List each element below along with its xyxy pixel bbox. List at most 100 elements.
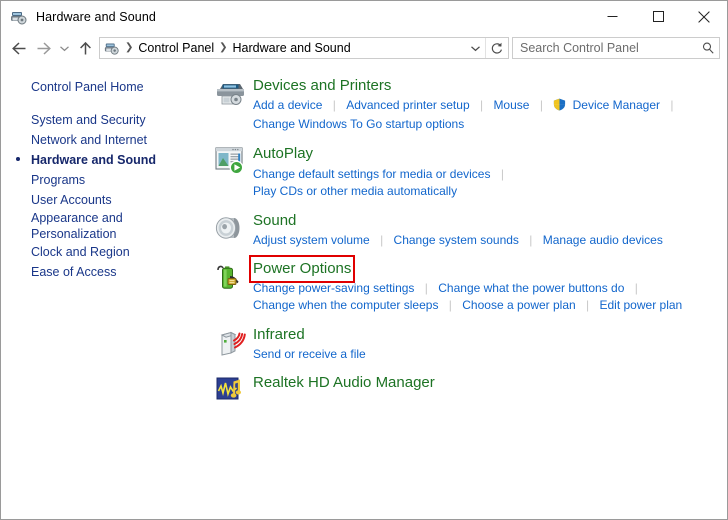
- chevron-down-icon[interactable]: [465, 38, 485, 58]
- sidebar-item-clock-and-region[interactable]: Clock and Region: [1, 242, 201, 262]
- link-change-default-settings-for-media-or-devices[interactable]: Change default settings for media or dev…: [253, 166, 490, 183]
- link-separator: |: [500, 166, 504, 181]
- sidebar: Control Panel Home System and Security N…: [1, 64, 201, 519]
- category-title[interactable]: Sound: [253, 211, 296, 231]
- autoplay-icon[interactable]: [207, 143, 253, 199]
- category-link-row: Add a device | Advanced printer setup | …: [253, 97, 719, 116]
- category-infrared: Infrared Send or receive a file: [207, 324, 719, 363]
- breadcrumb-separator: ❯: [125, 42, 134, 53]
- category-realtek-hd-audio-manager: Realtek HD Audio Manager: [207, 372, 719, 405]
- category-body: Infrared Send or receive a file: [253, 324, 719, 363]
- category-sound: Sound Adjust system volume | Change syst…: [207, 210, 719, 249]
- category-title[interactable]: AutoPlay: [253, 144, 313, 164]
- link-separator: |: [670, 98, 674, 113]
- sidebar-item-label: Programs: [31, 173, 86, 187]
- sidebar-item-label: Clock and Region: [31, 245, 130, 259]
- sidebar-item-label: Network and Internet: [31, 133, 148, 147]
- category-link-row: Change default settings for media or dev…: [253, 166, 719, 183]
- sidebar-item-system-and-security[interactable]: System and Security: [1, 110, 201, 130]
- link-separator: |: [424, 281, 428, 295]
- link-device-manager[interactable]: Device Manager: [573, 97, 660, 114]
- search-box[interactable]: [512, 37, 720, 59]
- category-title[interactable]: Devices and Printers: [253, 76, 391, 96]
- category-power-options: Power Options Change power-saving settin…: [207, 254, 719, 314]
- minimize-button[interactable]: [589, 1, 635, 32]
- category-autoplay: AutoPlay Change default settings for med…: [207, 143, 719, 199]
- category-link-row: Send or receive a file: [253, 346, 719, 363]
- sidebar-item-appearance-and-personalization[interactable]: Appearance and Personalization: [1, 210, 201, 242]
- printer-icon[interactable]: [207, 75, 253, 133]
- link-play-cds-or-other-media-automatically[interactable]: Play CDs or other media automatically: [253, 183, 457, 200]
- link-separator: |: [539, 98, 543, 113]
- category-link-row: Adjust system volume | Change system sou…: [253, 232, 719, 249]
- control-panel-icon: [104, 40, 120, 56]
- realtek-audio-icon[interactable]: [207, 372, 253, 405]
- sidebar-item-label: Ease of Access: [31, 265, 117, 279]
- infrared-icon[interactable]: [207, 324, 253, 363]
- current-item-bullet-icon: [16, 157, 20, 161]
- category-link-row: Change power-saving settings | Change wh…: [253, 280, 719, 297]
- link-add-a-device[interactable]: Add a device: [253, 97, 322, 114]
- sidebar-item-hardware-and-sound[interactable]: Hardware and Sound: [1, 150, 201, 170]
- search-icon[interactable]: [697, 38, 719, 58]
- maximize-button[interactable]: [635, 1, 681, 32]
- link-send-or-receive-a-file[interactable]: Send or receive a file: [253, 346, 366, 363]
- category-body: Sound Adjust system volume | Change syst…: [253, 210, 719, 249]
- category-link-row: Change Windows To Go startup options: [253, 116, 719, 133]
- category-title[interactable]: Power Options: [248, 254, 356, 284]
- control-panel-window: Hardware and Sound ❯ Control Panel ❯ Har…: [0, 0, 728, 520]
- link-separator: |: [448, 298, 452, 312]
- category-title[interactable]: Infrared: [253, 325, 305, 345]
- sidebar-item-label: System and Security: [31, 113, 146, 127]
- refresh-icon[interactable]: [485, 38, 508, 58]
- address-toolbar: ❯ Control Panel ❯ Hardware and Sound: [1, 32, 727, 64]
- link-separator: |: [332, 98, 336, 113]
- category-link-row: Change when the computer sleeps | Choose…: [253, 297, 719, 314]
- recent-locations-button[interactable]: [55, 36, 73, 60]
- sidebar-item-label: Appearance and Personalization: [31, 211, 123, 241]
- sidebar-item-label: Control Panel Home: [31, 80, 144, 94]
- category-body: Devices and Printers Add a device | Adva…: [253, 75, 719, 133]
- sidebar-item-network-and-internet[interactable]: Network and Internet: [1, 130, 201, 150]
- sidebar-item-control-panel-home[interactable]: Control Panel Home: [1, 77, 201, 97]
- link-separator: |: [529, 232, 533, 247]
- link-edit-power-plan[interactable]: Edit power plan: [600, 297, 683, 314]
- close-button[interactable]: [681, 1, 727, 32]
- link-change-power-saving-settings[interactable]: Change power-saving settings: [253, 280, 414, 297]
- link-change-windows-to-go-startup-options[interactable]: Change Windows To Go startup options: [253, 116, 464, 133]
- forward-button[interactable]: [31, 36, 55, 60]
- sidebar-item-ease-of-access[interactable]: Ease of Access: [1, 262, 201, 282]
- category-body: Realtek HD Audio Manager: [253, 372, 719, 405]
- sidebar-item-label: User Accounts: [31, 193, 112, 207]
- category-body: AutoPlay Change default settings for med…: [253, 143, 719, 199]
- category-body: Power Options Change power-saving settin…: [248, 254, 719, 314]
- link-separator: |: [479, 98, 484, 113]
- caption-buttons: [589, 1, 727, 32]
- up-button[interactable]: [73, 36, 97, 60]
- category-list: Devices and Printers Add a device | Adva…: [201, 64, 727, 519]
- title-bar: Hardware and Sound: [1, 1, 727, 32]
- link-choose-a-power-plan[interactable]: Choose a power plan: [462, 297, 575, 314]
- window-title: Hardware and Sound: [36, 9, 156, 24]
- sidebar-item-label: Hardware and Sound: [31, 153, 157, 167]
- link-mouse[interactable]: Mouse: [493, 97, 529, 114]
- link-adjust-system-volume[interactable]: Adjust system volume: [253, 232, 370, 249]
- link-change-what-the-power-buttons-do[interactable]: Change what the power buttons do: [438, 280, 624, 297]
- link-change-when-the-computer-sleeps[interactable]: Change when the computer sleeps: [253, 297, 438, 314]
- search-input[interactable]: [513, 39, 697, 57]
- link-separator: |: [634, 281, 638, 295]
- back-button[interactable]: [7, 36, 31, 60]
- address-bar[interactable]: ❯ Control Panel ❯ Hardware and Sound: [99, 37, 509, 59]
- breadcrumb-hardware-and-sound[interactable]: Hardware and Sound: [231, 41, 353, 55]
- category-title[interactable]: Realtek HD Audio Manager: [253, 373, 435, 393]
- link-change-system-sounds[interactable]: Change system sounds: [394, 232, 519, 249]
- link-manage-audio-devices[interactable]: Manage audio devices: [543, 232, 663, 249]
- sidebar-item-programs[interactable]: Programs: [1, 170, 201, 190]
- category-devices-and-printers: Devices and Printers Add a device | Adva…: [207, 75, 719, 133]
- printer-device-icon: [10, 8, 28, 26]
- link-advanced-printer-setup[interactable]: Advanced printer setup: [346, 97, 469, 114]
- battery-power-icon[interactable]: [207, 258, 253, 314]
- speaker-icon[interactable]: [207, 210, 253, 249]
- breadcrumb-control-panel[interactable]: Control Panel: [136, 41, 216, 55]
- sidebar-item-user-accounts[interactable]: User Accounts: [1, 190, 201, 210]
